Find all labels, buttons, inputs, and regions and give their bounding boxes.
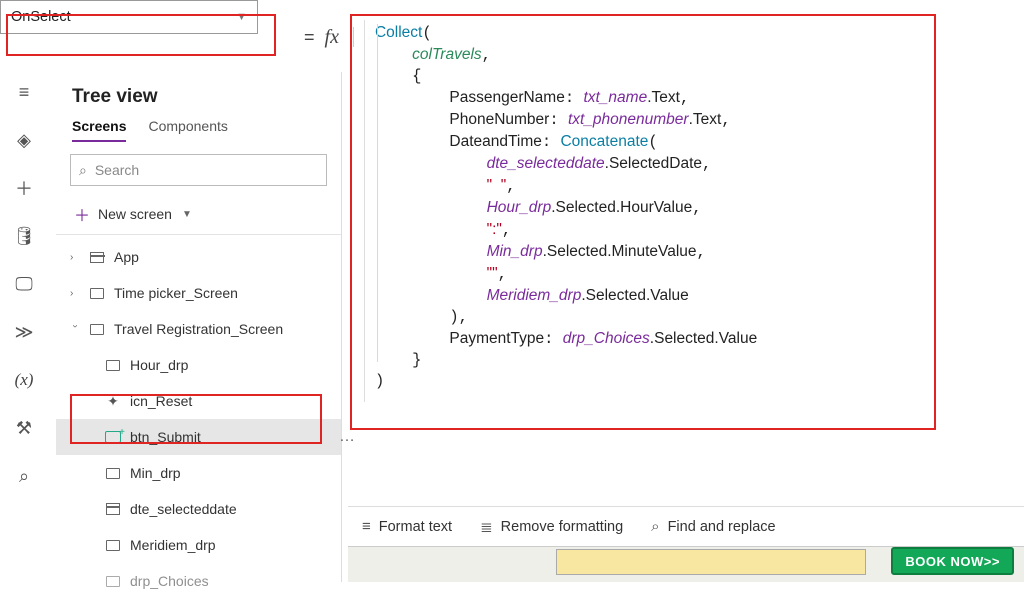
- plus-icon: ＋: [74, 202, 90, 226]
- layers-icon[interactable]: ◈: [14, 130, 34, 150]
- tree-item-label: dte_selecteddate: [130, 501, 237, 517]
- tree-item-min-drp[interactable]: Min_drp: [56, 455, 341, 491]
- formula-toolbar: ≡ Format text ≣ Remove formatting ⌕ Find…: [348, 506, 1024, 546]
- format-icon: ≡: [362, 518, 371, 535]
- indent-guide: [377, 24, 378, 362]
- search-rail-icon[interactable]: ⌕: [14, 466, 34, 486]
- media-icon[interactable]: 🖵: [14, 274, 34, 294]
- remove-format-icon: ≣: [480, 518, 493, 536]
- expand-icon[interactable]: ›: [70, 288, 80, 299]
- screen-icon: [88, 324, 106, 335]
- dropdown-icon: [104, 576, 122, 587]
- dropdown-icon: [104, 468, 122, 479]
- fx-prefix: = fx: [292, 20, 364, 54]
- chevron-down-icon: ▼: [182, 209, 192, 220]
- left-rail: ≡ ◈ ＋ 🛢 🖵 ≫ (x) ⚒ ⌕: [0, 74, 48, 486]
- remove-formatting-label: Remove formatting: [501, 519, 624, 535]
- property-dropdown-value: OnSelect: [11, 9, 71, 25]
- canvas-preview: BOOK NOW>>: [348, 546, 1024, 582]
- insert-icon[interactable]: ＋: [14, 178, 34, 198]
- canvas-input-preview: [556, 549, 866, 575]
- property-dropdown[interactable]: OnSelect ▼: [0, 0, 258, 34]
- equals-sign: =: [304, 27, 315, 48]
- hamburger-icon[interactable]: ≡: [14, 82, 34, 102]
- tree-item-label: Min_drp: [130, 465, 181, 481]
- find-replace-label: Find and replace: [668, 519, 776, 535]
- tree-item-label: btn_Submit: [130, 429, 201, 445]
- search-placeholder: Search: [95, 162, 139, 178]
- formula-bar: = fx Collect( colTravels, { PassengerNam…: [292, 20, 1014, 402]
- dropdown-icon: [104, 540, 122, 551]
- fx-icon: fx: [325, 26, 339, 49]
- tree-item-label: Time picker_Screen: [114, 285, 238, 301]
- tree-item-label: icn_Reset: [130, 393, 192, 409]
- tree-item-dte-selecteddate[interactable]: dte_selecteddate: [56, 491, 341, 527]
- search-icon: ⌕: [651, 518, 659, 535]
- find-replace-button[interactable]: ⌕ Find and replace: [651, 518, 775, 535]
- tree-search[interactable]: ⌕ Search: [70, 154, 327, 186]
- tree-item-label: App: [114, 249, 139, 265]
- data-icon[interactable]: 🛢: [14, 226, 34, 246]
- format-text-button[interactable]: ≡ Format text: [362, 518, 452, 535]
- variables-icon[interactable]: (x): [14, 370, 34, 390]
- tree-item-label: Meridiem_drp: [130, 537, 216, 553]
- new-screen-label: New screen: [98, 206, 172, 222]
- icons-icon: ✦: [104, 393, 122, 410]
- remove-formatting-button[interactable]: ≣ Remove formatting: [480, 518, 623, 536]
- tree-item-label: Hour_drp: [130, 357, 188, 373]
- tree-item-drp-choices[interactable]: drp_Choices: [56, 563, 341, 599]
- tab-components[interactable]: Components: [148, 118, 227, 142]
- app-icon: [88, 252, 106, 263]
- formula-code[interactable]: Collect( colTravels, { PassengerName: tx…: [375, 22, 1006, 392]
- collapse-icon[interactable]: ›: [70, 324, 81, 334]
- tree-item-meridiem-drp[interactable]: Meridiem_drp: [56, 527, 341, 563]
- tree-item-btn-submit[interactable]: btn_Submit: [56, 419, 341, 455]
- expand-icon[interactable]: ›: [70, 252, 80, 263]
- button-icon: [104, 431, 122, 443]
- screen-icon: [88, 288, 106, 299]
- chevron-down-icon: ▼: [236, 11, 247, 23]
- tree-item-label: Travel Registration_Screen: [114, 321, 283, 337]
- format-text-label: Format text: [379, 519, 452, 535]
- calendar-icon: [104, 503, 122, 515]
- dropdown-icon: [104, 360, 122, 371]
- tree-item-label: drp_Choices: [130, 573, 209, 589]
- divider: [353, 27, 354, 47]
- flows-icon[interactable]: ≫: [14, 322, 34, 342]
- search-icon: ⌕: [79, 162, 87, 179]
- book-now-label: BOOK NOW>>: [905, 554, 1000, 569]
- formula-editor[interactable]: Collect( colTravels, { PassengerName: tx…: [364, 20, 1014, 402]
- tab-screens[interactable]: Screens: [72, 118, 126, 142]
- book-now-button[interactable]: BOOK NOW>>: [891, 547, 1014, 575]
- tools-icon[interactable]: ⚒: [14, 418, 34, 438]
